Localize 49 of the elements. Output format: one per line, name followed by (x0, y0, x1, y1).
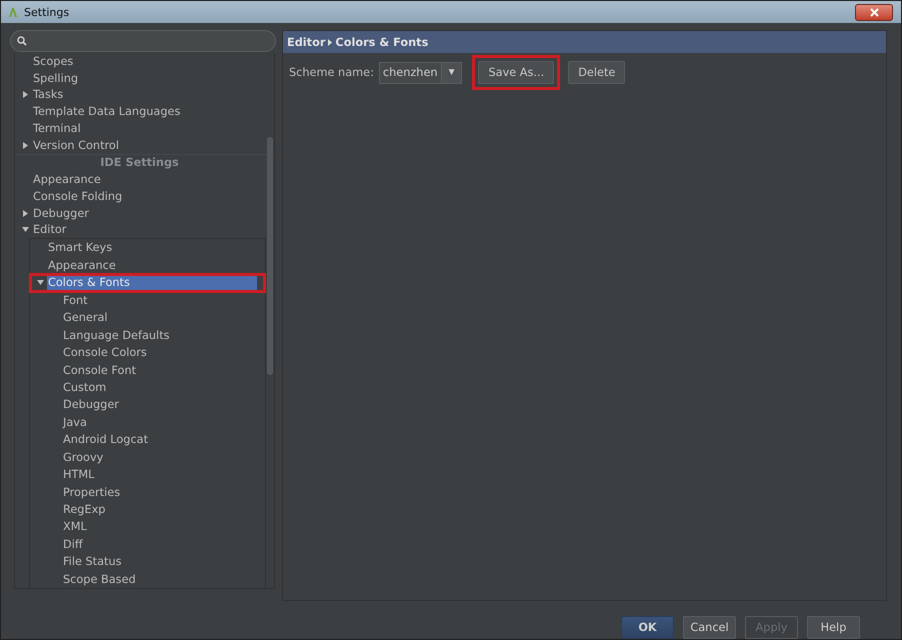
tree-item[interactable]: Diff (62, 536, 257, 554)
chevron-icon (328, 38, 332, 46)
scheme-label: Scheme name: (289, 66, 374, 79)
tree-item[interactable]: File Status (62, 553, 257, 571)
tree-item[interactable]: Debugger (32, 204, 266, 222)
android-icon (7, 6, 19, 18)
window-title: Settings (24, 6, 70, 18)
close-button[interactable] (855, 4, 893, 20)
dialog-button[interactable]: Cancel (683, 616, 736, 639)
tree-item[interactable]: XML (62, 518, 257, 536)
tree-item[interactable]: Java (62, 414, 257, 432)
tree-item[interactable]: Template Data Languages (32, 103, 266, 120)
tree-item[interactable]: Terminal (32, 120, 266, 137)
tree-item[interactable]: Tasks (32, 86, 266, 104)
tree-item[interactable]: Colors & Fonts (47, 274, 257, 292)
dialog-button[interactable]: OK (621, 616, 674, 639)
tree-item[interactable]: Debugger (62, 396, 257, 414)
breadcrumb-item: Colors & Fonts (335, 36, 428, 48)
tree-item[interactable]: General (62, 309, 257, 326)
tree-item[interactable]: Groovy (62, 448, 257, 466)
tree-item[interactable]: Custom (62, 378, 257, 396)
tree-item[interactable]: Font (62, 292, 257, 309)
close-icon (870, 8, 878, 16)
tree-item[interactable]: Scope Based (62, 570, 257, 588)
scheme-value: chenzhen (382, 66, 439, 79)
scheme-button[interactable]: Delete (568, 61, 626, 84)
tree-item[interactable]: HTML (62, 466, 257, 484)
tree-item[interactable]: Console Colors (62, 344, 257, 362)
tree-item[interactable]: Console Font (62, 361, 257, 379)
scheme-button[interactable]: Save As... (478, 61, 554, 84)
tree-item[interactable]: Android Logcat (62, 431, 257, 448)
breadcrumb-item: Editor (287, 36, 326, 48)
tree-item[interactable]: RegExp (62, 500, 257, 518)
tree-item[interactable]: Console Folding (32, 188, 266, 205)
tree-item[interactable]: Editor (32, 222, 266, 238)
tree-item[interactable]: Properties (62, 483, 257, 501)
scheme-dropdown[interactable]: chenzhen ▼ (378, 62, 462, 84)
scrollbar-thumb[interactable] (267, 137, 273, 375)
dropdown-button[interactable]: ▼ (440, 62, 462, 82)
tree-item[interactable]: Appearance (47, 256, 257, 274)
tree-item[interactable]: Spelling (32, 70, 266, 86)
tree-item[interactable]: Scopes (32, 53, 266, 70)
tree-item[interactable]: Version Control (32, 136, 266, 154)
dialog-button[interactable]: Help (807, 616, 860, 639)
search-field[interactable] (10, 30, 276, 52)
tree-item[interactable]: Language Defaults (62, 326, 257, 344)
tree-item[interactable]: Smart Keys (47, 239, 257, 257)
tree-item[interactable]: Appearance (32, 171, 266, 188)
search-icon (17, 36, 27, 46)
